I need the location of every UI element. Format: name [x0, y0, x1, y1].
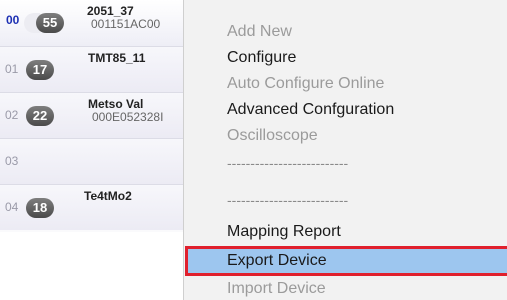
menu-item-export-device[interactable]: Export Device [185, 246, 507, 276]
menu-item-label: Advanced Confguration [227, 101, 395, 118]
menu-separator: -------------------------- [187, 189, 507, 211]
menu-item-oscilloscope[interactable]: Oscilloscope [187, 125, 507, 147]
address-badge: 17 [26, 60, 54, 80]
device-name: 2051_37 [87, 4, 134, 18]
menu-item-label: Import Device [227, 280, 326, 297]
menu-item-auto-configure-online[interactable]: Auto Configure Online [187, 73, 507, 95]
menu-separator: -------------------------- [187, 152, 507, 174]
address-badge: 55 [36, 13, 64, 33]
address-badge: 18 [26, 198, 54, 218]
menu-item-mapping-report[interactable]: Mapping Report [187, 221, 507, 243]
menu-item-label: Export Device [227, 252, 327, 269]
menu-item-label: Configure [227, 49, 297, 66]
device-row[interactable]: 01 17 TMT85_11 [0, 47, 185, 93]
menu-item-add-new[interactable]: Add New [187, 21, 507, 43]
device-row[interactable]: 03 [0, 139, 185, 185]
device-index: 00 [6, 13, 20, 27]
device-name: TMT85_11 [88, 51, 146, 65]
menu-item-label: Mapping Report [227, 223, 341, 240]
separator-text: -------------------------- [227, 192, 349, 208]
menu-item-configure[interactable]: Configure [187, 47, 507, 69]
menu-item-label: Oscilloscope [227, 127, 318, 144]
device-list: 00 55 2051_37 001151AC00 01 17 TMT85_11 … [0, 0, 186, 232]
device-name: Metso Val [88, 97, 144, 111]
device-index: 01 [5, 62, 19, 76]
device-index: 03 [5, 154, 19, 168]
address-badge: 22 [26, 106, 54, 126]
device-name: Te4tMo2 [84, 189, 132, 203]
device-row[interactable]: 00 55 2051_37 001151AC00 [0, 0, 185, 47]
device-row[interactable]: 02 22 Metso Val 000E052328I [0, 93, 185, 139]
device-index: 04 [5, 200, 19, 214]
menu-item-import-device[interactable]: Import Device [187, 278, 507, 300]
context-menu: Add New Configure Auto Configure Online … [183, 0, 507, 300]
menu-item-advanced-configuration[interactable]: Advanced Confguration [187, 99, 507, 121]
separator-text: -------------------------- [227, 155, 349, 171]
menu-item-label: Auto Configure Online [227, 75, 385, 92]
device-row[interactable]: 04 18 Te4tMo2 [0, 185, 185, 230]
device-id: 000E052328I [92, 110, 164, 124]
device-index: 02 [5, 108, 19, 122]
device-id: 001151AC00 [91, 17, 161, 31]
menu-item-label: Add New [227, 23, 292, 40]
